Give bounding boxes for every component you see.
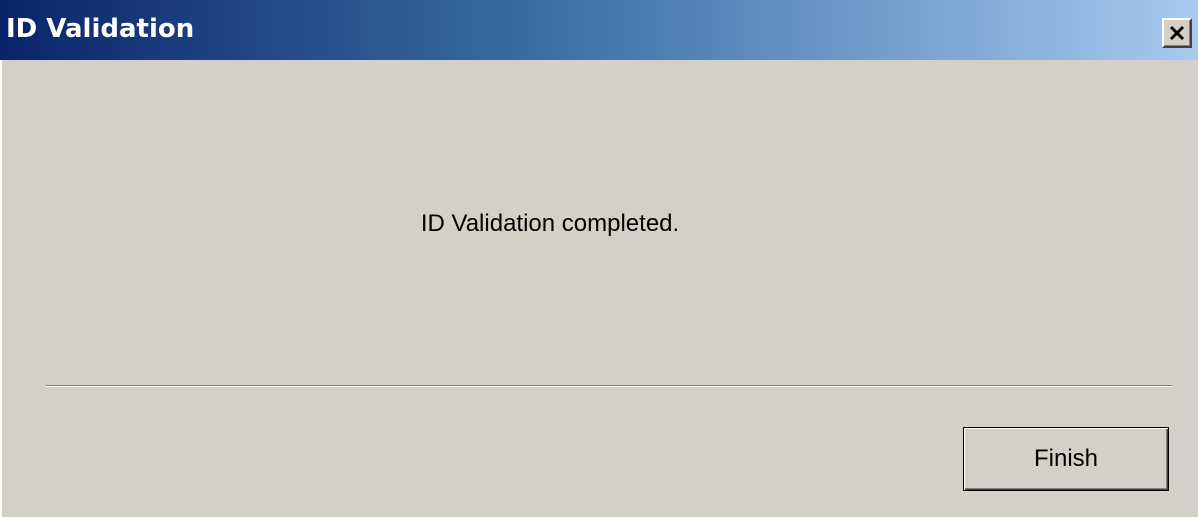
finish-button[interactable]: Finish [963,427,1169,491]
window-border [0,60,2,517]
title-bar[interactable]: ID Validation [0,0,1198,60]
status-message: ID Validation completed. [420,210,680,237]
window-title: ID Validation [6,14,195,44]
dialog-window: ID Validation ID Validation completed. F… [0,0,1198,517]
separator-line [46,385,1172,387]
close-button[interactable] [1162,18,1192,48]
close-icon [1169,25,1185,41]
